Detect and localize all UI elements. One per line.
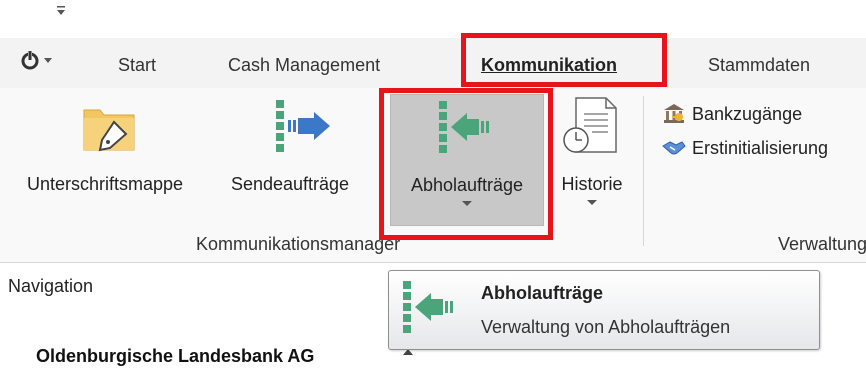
application-menu-button[interactable]: [18, 48, 58, 74]
sendeauftraege-button[interactable]: Sendeaufträge: [198, 88, 382, 228]
unterschriftsmappe-button[interactable]: Unterschriftsmappe: [16, 88, 194, 228]
fetch-orders-icon: [403, 281, 453, 333]
erstinitialisierung-button[interactable]: Erstinitialisierung: [662, 138, 828, 159]
send-orders-icon: [276, 100, 330, 152]
abholauftraege-tooltip: Abholaufträge Verwaltung von Abholaufträ…: [388, 270, 820, 350]
verwaltung-group-label: Verwaltung: [778, 234, 866, 254]
quick-access-toolbar: [0, 0, 866, 38]
bankzugaenge-button[interactable]: Bankzugänge: [662, 102, 802, 125]
bankzugaenge-label: Bankzugänge: [692, 104, 803, 124]
handshake-icon: [662, 141, 686, 155]
tooltip-title: Abholaufträge: [481, 283, 604, 303]
tab-start[interactable]: Start: [118, 55, 156, 76]
sendeauftraege-label: Sendeaufträge: [230, 174, 350, 194]
historie-label: Historie: [561, 174, 623, 194]
power-icon: [21, 51, 52, 70]
customize-quick-access-icon[interactable]: [56, 4, 66, 20]
kommunikationsmanager-group-label: Kommunikationsmanager: [196, 234, 401, 254]
bank-access-icon: [664, 104, 684, 123]
historie-button[interactable]: Historie: [552, 88, 632, 228]
group-separator: [643, 96, 644, 246]
unterschriftsmappe-label: Unterschriftsmappe: [26, 174, 184, 194]
abholauftraege-highlight: [379, 88, 553, 240]
history-icon: [563, 97, 617, 153]
folder-pen-icon: [83, 109, 135, 152]
tooltip-description: Verwaltung von Abholaufträgen: [481, 317, 731, 337]
navigation-header: Navigation: [8, 276, 94, 296]
ribbon-tab-bar: Start Cash Management Kommunikation Stam…: [0, 38, 866, 88]
tab-cash-management[interactable]: Cash Management: [228, 55, 380, 76]
bank-tree-node[interactable]: Oldenburgische Landesbank AG: [36, 346, 314, 367]
tab-stammdaten[interactable]: Stammdaten: [708, 55, 810, 76]
erstinitialisierung-label: Erstinitialisierung: [692, 138, 829, 158]
kommunikation-tab-highlight: [461, 33, 667, 87]
chevron-down-icon: [587, 200, 597, 205]
